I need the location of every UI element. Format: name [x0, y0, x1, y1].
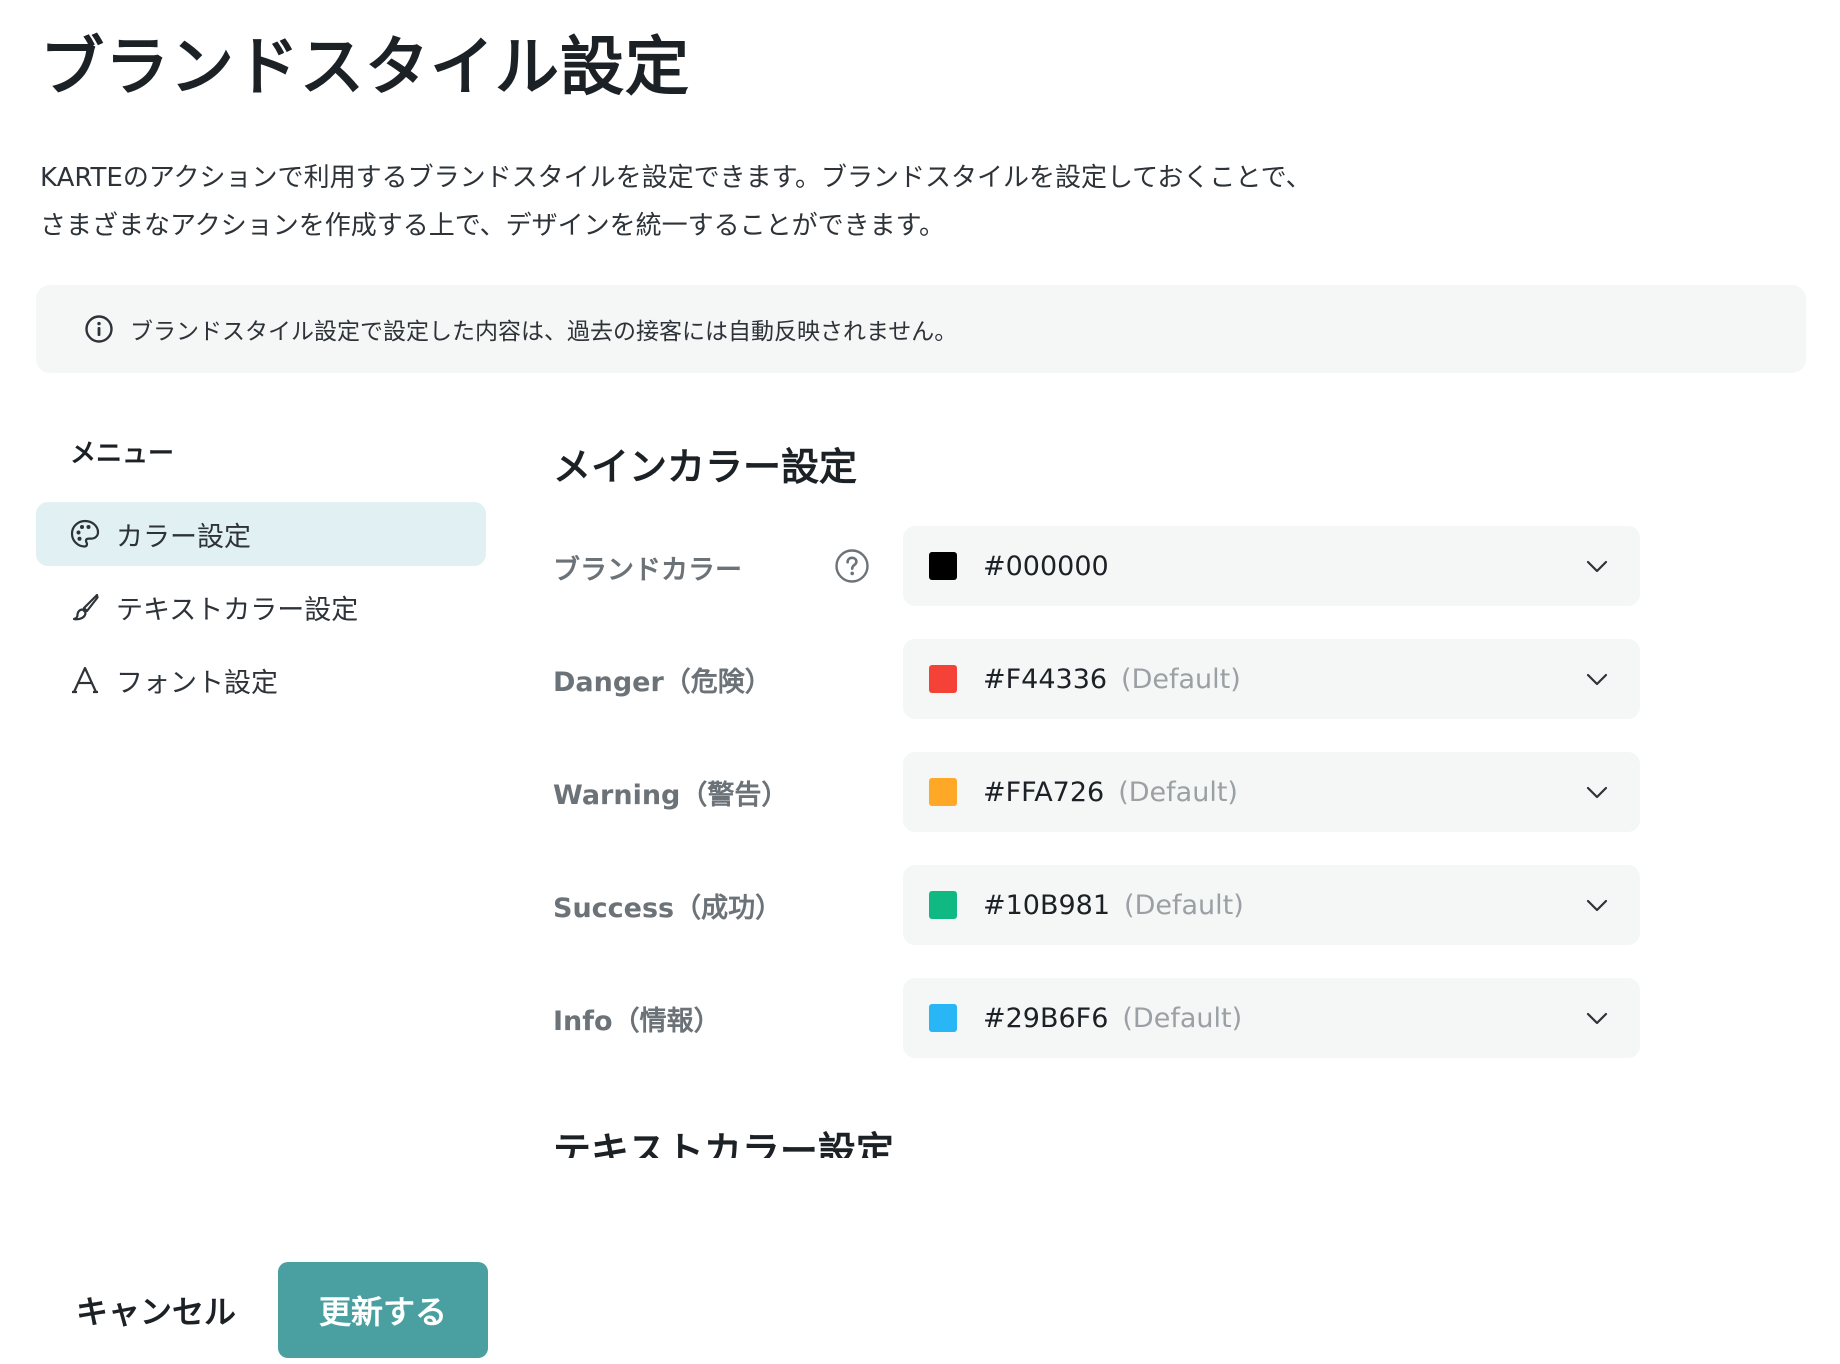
color-hex-value: #000000 [983, 550, 1109, 582]
chevron-down-icon [1584, 1005, 1610, 1031]
menu-item-text-color-settings[interactable]: テキストカラー設定 [36, 575, 486, 639]
color-swatch [929, 552, 957, 580]
notice-text: ブランドスタイル設定で設定した内容は、過去の接客には自動反映されません。 [130, 319, 958, 345]
menu-item-color-settings[interactable]: カラー設定 [36, 502, 486, 566]
menu-item-font-settings[interactable]: フォント設定 [36, 648, 486, 712]
warning-color-label: Warning（警告） [553, 780, 789, 811]
page-description-line-2: さまざまなアクションを作成する上で、デザインを統一することができます。 [40, 211, 946, 241]
default-tag: (Default) [1124, 889, 1244, 921]
color-hex-value: #10B981 [983, 889, 1111, 921]
danger-color-label: Danger（危険） [553, 667, 772, 698]
chevron-down-icon [1584, 779, 1610, 805]
chevron-down-icon [1584, 553, 1610, 579]
success-color-select[interactable]: #10B981 (Default) [903, 865, 1640, 945]
color-hex-value: #FFA726 [983, 776, 1105, 808]
danger-color-select[interactable]: #F44336 (Default) [903, 639, 1640, 719]
page-description: KARTEのアクションで利用するブランドスタイルを設定できます。ブランドスタイル… [40, 154, 1600, 250]
success-color-label: Success（成功） [553, 893, 783, 924]
default-tag: (Default) [1118, 776, 1238, 808]
notice-banner: ブランドスタイル設定で設定した内容は、過去の接客には自動反映されません。 [36, 285, 1806, 373]
default-tag: (Default) [1121, 663, 1241, 695]
page-title: ブランドスタイル設定 [40, 31, 690, 105]
brand-color-select[interactable]: #000000 [903, 526, 1640, 606]
info-color-select[interactable]: #29B6F6 (Default) [903, 978, 1640, 1058]
palette-icon [68, 517, 102, 551]
menu-title: メニュー [70, 439, 175, 469]
color-swatch [929, 1004, 957, 1032]
page-description-line-1: KARTEのアクションで利用するブランドスタイルを設定できます。ブランドスタイル… [40, 163, 1312, 193]
text-color-section-title: テキストカラー設定 [553, 1129, 894, 1158]
chevron-down-icon [1584, 892, 1610, 918]
menu-item-label: カラー設定 [116, 521, 251, 553]
main-color-section-title: メインカラー設定 [553, 445, 858, 489]
color-hex-value: #F44336 [983, 663, 1108, 695]
update-button[interactable]: 更新する [278, 1262, 488, 1358]
help-icon[interactable] [834, 548, 870, 584]
color-hex-value: #29B6F6 [983, 1002, 1109, 1034]
font-icon [68, 663, 102, 697]
color-swatch [929, 778, 957, 806]
info-icon [84, 314, 114, 344]
info-color-label: Info（情報） [553, 1006, 721, 1037]
cancel-button[interactable]: キャンセル [64, 1262, 254, 1358]
menu-item-label: テキストカラー設定 [116, 594, 359, 626]
brush-icon [68, 590, 102, 624]
chevron-down-icon [1584, 666, 1610, 692]
color-swatch [929, 891, 957, 919]
default-tag: (Default) [1122, 1002, 1243, 1034]
brand-color-label: ブランドカラー [553, 555, 742, 586]
warning-color-select[interactable]: #FFA726 (Default) [903, 752, 1640, 832]
menu-item-label: フォント設定 [116, 667, 278, 699]
color-swatch [929, 665, 957, 693]
